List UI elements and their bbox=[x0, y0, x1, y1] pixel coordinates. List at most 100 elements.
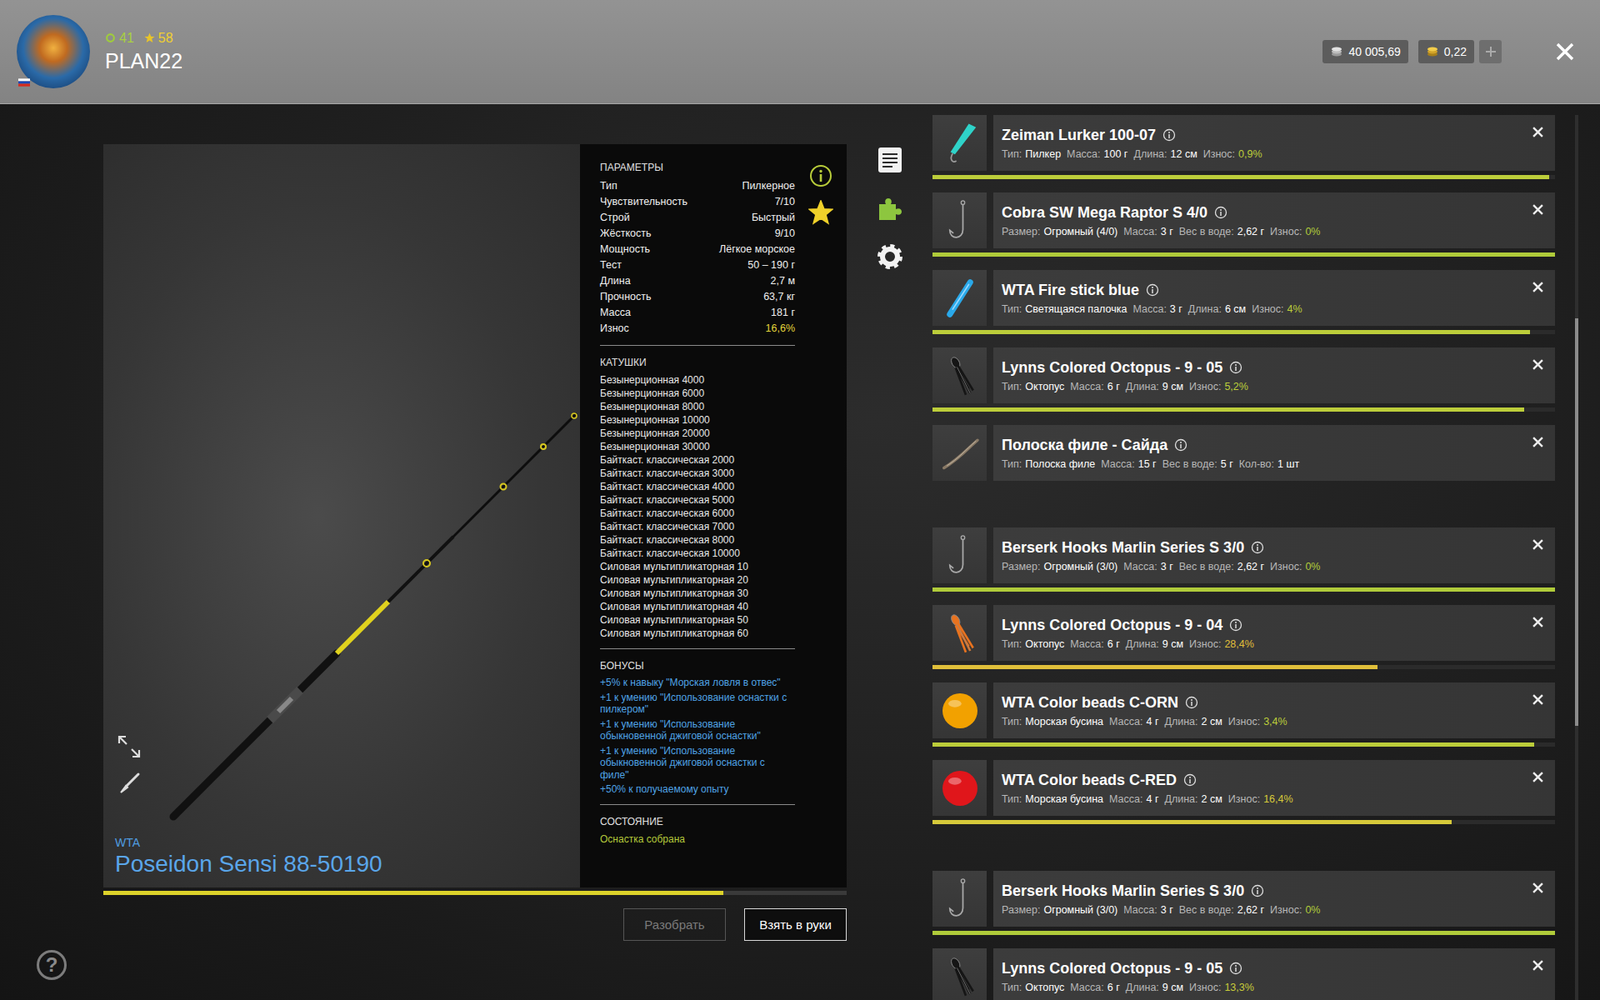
help-button[interactable]: ? bbox=[36, 950, 67, 980]
action-button[interactable]: Разобрать bbox=[623, 908, 726, 941]
tackle-row[interactable]: Полоска филе - Сайда Тип: Полоска филеМа… bbox=[932, 425, 1555, 481]
tackle-row[interactable]: Lynns Colored Octopus - 9 - 05 Тип: Окто… bbox=[932, 347, 1555, 404]
item-field: Вес в воде: 2,62 г bbox=[1179, 225, 1265, 238]
param-value: Пилкерное bbox=[741, 178, 795, 195]
tackle-row[interactable]: Lynns Colored Octopus - 9 - 04 Тип: Окто… bbox=[932, 605, 1555, 661]
plus-icon bbox=[1485, 45, 1497, 58]
field-label: Износ: bbox=[1228, 715, 1260, 728]
tackle-row[interactable]: Cobra SW Mega Raptor S 4/0 Размер: Огром… bbox=[932, 192, 1555, 249]
remove-button[interactable] bbox=[1528, 768, 1547, 785]
item-title: WTA Fire stick blue bbox=[1001, 281, 1140, 300]
info-icon[interactable] bbox=[1162, 128, 1176, 142]
item-info: WTA Fire stick blue Тип: Светящаяся пало… bbox=[1001, 270, 1529, 326]
reel-item: Байткаст. классическая 10000 bbox=[600, 546, 795, 560]
wear-fill bbox=[932, 175, 1550, 180]
close-icon bbox=[1532, 539, 1544, 550]
action-button[interactable]: Взять в руки bbox=[744, 908, 847, 941]
reel-item: Силовая мультипликаторная 20 bbox=[600, 573, 795, 587]
item-field: Износ: 0% bbox=[1270, 904, 1320, 916]
info-icon[interactable] bbox=[1183, 773, 1197, 787]
info-icon[interactable] bbox=[1214, 205, 1228, 220]
tackle-row[interactable]: WTA Color beads C-RED Тип: Морская бусин… bbox=[932, 760, 1555, 816]
remove-button[interactable] bbox=[1528, 433, 1547, 450]
remove-button[interactable] bbox=[1528, 535, 1547, 553]
field-label: Размер: bbox=[1001, 225, 1040, 238]
add-gold-button[interactable] bbox=[1479, 40, 1502, 64]
item-field: Масса: 3 г bbox=[1132, 303, 1182, 315]
info-icon[interactable] bbox=[1229, 618, 1243, 632]
field-label: Тип: bbox=[1001, 638, 1022, 650]
tackle-row[interactable]: WTA Color beads C-ORN Тип: Морская бусин… bbox=[932, 682, 1555, 739]
field-label: Длина: bbox=[1125, 380, 1160, 393]
info-icon[interactable] bbox=[1145, 283, 1160, 297]
bonus-item: +1 к умению "Использование обыкновенной … bbox=[600, 718, 795, 743]
field-label: Длина: bbox=[1125, 981, 1160, 994]
favorite-button[interactable] bbox=[807, 199, 835, 226]
tackle-row[interactable]: Lynns Colored Octopus - 9 - 05 Тип: Окто… bbox=[932, 948, 1555, 1000]
param-value: 50 – 190 г bbox=[747, 257, 795, 274]
scroll-thumb[interactable] bbox=[1575, 318, 1579, 726]
close-button[interactable] bbox=[1553, 40, 1577, 64]
reel-item: Силовая мультипликаторная 10 bbox=[600, 560, 795, 574]
separator bbox=[600, 648, 795, 650]
item-info: Lynns Colored Octopus - 9 - 05 Тип: Окто… bbox=[1001, 948, 1529, 1000]
remove-button[interactable] bbox=[1528, 355, 1547, 373]
tackle-row[interactable]: Berserk Hooks Marlin Series S 3/0 Размер… bbox=[932, 870, 1555, 927]
reel-item: Безынерционная 8000 bbox=[600, 400, 795, 414]
item-field: Размер: Огромный (4/0) bbox=[1001, 225, 1118, 238]
field-value: 2 см bbox=[1201, 715, 1223, 728]
info-icon[interactable] bbox=[1185, 695, 1199, 710]
brush-icon bbox=[117, 771, 141, 795]
field-label: Тип: bbox=[1001, 715, 1022, 728]
info-icon[interactable] bbox=[1229, 961, 1243, 975]
info-icon[interactable] bbox=[1250, 540, 1265, 555]
remove-button[interactable] bbox=[1528, 613, 1547, 630]
remove-button[interactable] bbox=[1528, 200, 1547, 218]
avatar[interactable] bbox=[16, 15, 90, 89]
tackle-button[interactable] bbox=[874, 192, 906, 225]
field-label: Износ: bbox=[1228, 793, 1260, 805]
reel-item: Безынерционная 30000 bbox=[600, 440, 795, 454]
rod-tools bbox=[116, 734, 142, 796]
info-icon[interactable] bbox=[1229, 360, 1243, 375]
info-icon[interactable] bbox=[1250, 884, 1265, 898]
notes-button[interactable] bbox=[874, 144, 906, 176]
rod-wear-bar bbox=[103, 890, 847, 895]
item-fields: Размер: Огромный (3/0)Масса: 3 гВес в во… bbox=[1001, 560, 1529, 573]
item-field: Кол-во: 1 шт bbox=[1239, 458, 1300, 470]
reel-item: Байткаст. классическая 4000 bbox=[600, 480, 795, 494]
settings-button[interactable] bbox=[874, 240, 906, 273]
scroll-track[interactable] bbox=[1575, 115, 1579, 1000]
tackle-row[interactable]: WTA Fire stick blue Тип: Светящаяся пало… bbox=[932, 270, 1555, 326]
item-icon-box bbox=[932, 682, 987, 739]
remove-button[interactable] bbox=[1528, 278, 1547, 295]
reel-item: Безынерционная 10000 bbox=[600, 413, 795, 427]
remove-button[interactable] bbox=[1528, 123, 1547, 140]
rod-card: WTA Poseidon Sensi 88-50190 ПАРАМЕТРЫ Ти… bbox=[103, 144, 847, 888]
field-label: Износ: bbox=[1270, 225, 1302, 238]
item-field: Тип: Светящаяся палочка bbox=[1001, 303, 1127, 315]
item-field: Масса: 100 г bbox=[1066, 148, 1128, 160]
tackle-row[interactable]: Zeiman Lurker 100-07 Тип: ПилкерМасса: 1… bbox=[932, 115, 1555, 171]
remove-button[interactable] bbox=[1528, 690, 1547, 708]
fullscreen-button[interactable] bbox=[116, 734, 142, 760]
item-icon-box bbox=[932, 527, 987, 584]
item-text: Полоска филе - Сайда Тип: Полоска филеМа… bbox=[993, 425, 1555, 481]
wear-fill bbox=[932, 252, 1555, 257]
field-value: 3 г bbox=[1160, 904, 1174, 916]
remove-button[interactable] bbox=[1528, 956, 1547, 974]
field-label: Длина: bbox=[1125, 638, 1160, 650]
tackle-row[interactable]: Berserk Hooks Marlin Series S 3/0 Размер… bbox=[932, 527, 1555, 584]
field-label: Масса: bbox=[1070, 638, 1104, 650]
param-row: Тип Пилкерное bbox=[600, 178, 795, 195]
star-icon bbox=[808, 200, 834, 225]
close-icon bbox=[1532, 359, 1544, 370]
info-button[interactable] bbox=[807, 162, 835, 190]
rod-actions: Разобрать Взять в руки bbox=[103, 908, 847, 941]
tackle-item: Berserk Hooks Marlin Series S 3/0 Размер… bbox=[932, 527, 1555, 592]
param-value: 63,7 кг bbox=[763, 289, 795, 305]
item-name: Berserk Hooks Marlin Series S 3/0 bbox=[1001, 539, 1529, 557]
paint-button[interactable] bbox=[116, 770, 142, 796]
info-icon[interactable] bbox=[1174, 438, 1188, 452]
remove-button[interactable] bbox=[1528, 879, 1547, 896]
